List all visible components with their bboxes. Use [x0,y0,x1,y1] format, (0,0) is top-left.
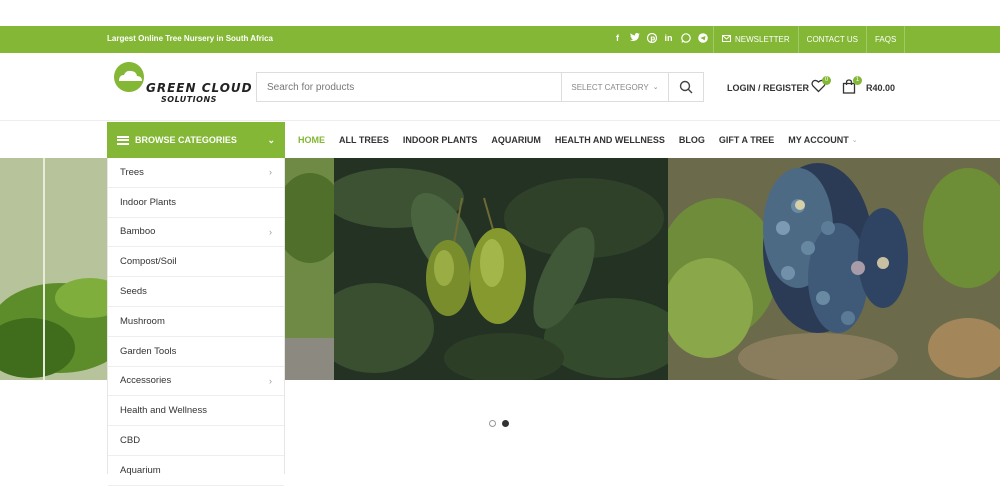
top-bar: Largest Online Tree Nursery in South Afr… [0,26,1000,53]
category-item-aquarium[interactable]: Aquarium [108,456,284,486]
cart-total[interactable]: R40.00 [866,83,895,93]
menu-item-health-and-wellness[interactable]: HEALTH AND WELLNESS [555,135,665,145]
cloud-logo-icon [114,62,144,92]
menu-item-blog[interactable]: BLOG [679,135,705,145]
whatsapp-icon[interactable] [680,33,691,44]
logo[interactable]: GREEN CLOUD SOLUTIONS [113,61,252,111]
category-item-indoor-plants[interactable]: Indoor Plants [108,188,284,218]
category-item-trees[interactable]: Trees › [108,158,284,188]
category-item-health-and-wellness[interactable]: Health and Wellness [108,396,284,427]
cart-button[interactable]: 1 [842,76,862,99]
category-item-garden-tools[interactable]: Garden Tools [108,337,284,367]
facebook-icon[interactable]: f [612,33,623,44]
chevron-right-icon: › [269,167,272,178]
menu-item-my-account[interactable]: MY ACCOUNT ⌄ [788,135,857,145]
search-bar: SELECT CATEGORY ⌄ [256,72,704,102]
mail-icon [722,26,731,53]
menu: HOME ALL TREES INDOOR PLANTS AQUARIUM HE… [298,122,858,158]
chevron-down-icon: ⌄ [851,137,858,144]
slider-pagination [489,420,509,427]
faqs-link[interactable]: FAQS [865,26,906,53]
search-icon [679,80,693,94]
menu-item-gift-a-tree[interactable]: GIFT A TREE [719,135,774,145]
menu-item-indoor-plants[interactable]: INDOOR PLANTS [403,135,478,145]
slider-dot[interactable] [489,420,496,427]
chevron-right-icon: › [269,375,272,386]
search-input[interactable] [257,73,561,101]
logo-subtitle: SOLUTIONS [161,95,217,104]
chevron-right-icon: › [269,226,272,237]
main-navigation: BROWSE CATEGORIES ⌄ HOME ALL TREES INDOO… [0,122,1000,158]
chevron-down-icon: ⌄ [652,84,659,91]
twitter-icon[interactable] [629,33,640,44]
category-item-accessories[interactable]: Accessories › [108,367,284,397]
pinterest-icon[interactable]: p [646,32,657,44]
slider-dot-active[interactable] [502,420,509,427]
slide-image-avocados [334,158,668,380]
menu-item-home[interactable]: HOME [298,135,325,145]
category-item-seeds[interactable]: Seeds [108,277,284,307]
browse-categories-button[interactable]: BROWSE CATEGORIES ⌄ [107,122,285,158]
category-select[interactable]: SELECT CATEGORY ⌄ [561,73,668,101]
menu-item-all-trees[interactable]: ALL TREES [339,135,389,145]
linkedin-icon[interactable]: in [663,33,674,44]
logo-title: GREEN CLOUD [146,81,253,95]
wishlist-button[interactable]: 0 [811,76,831,98]
slide-image-grapes [668,158,1000,380]
category-item-compost-soil[interactable]: Compost/Soil [108,247,284,278]
category-list: Trees › Indoor Plants Bamboo › Compost/Soi… [107,158,285,486]
wishlist-count-badge: 0 [822,76,831,85]
hamburger-icon [117,135,129,145]
newsletter-link[interactable]: NEWSLETTER [713,26,798,53]
search-button[interactable] [668,73,703,101]
category-item-cbd[interactable]: CBD [108,426,284,456]
category-item-bamboo[interactable]: Bamboo › [108,218,284,248]
svg-text:p: p [650,35,655,43]
menu-item-aquarium[interactable]: AQUARIUM [491,135,541,145]
category-item-mushroom[interactable]: Mushroom [108,307,284,337]
tagline: Largest Online Tree Nursery in South Afr… [107,34,273,43]
header: GREEN CLOUD SOLUTIONS SELECT CATEGORY ⌄ … [0,53,1000,121]
login-register-link[interactable]: LOGIN / REGISTER [727,83,809,93]
telegram-icon[interactable] [697,33,708,44]
cart-count-badge: 1 [853,76,862,85]
social-links: f p in [612,32,708,44]
contact-us-link[interactable]: CONTACT US [797,26,866,53]
chevron-down-icon: ⌄ [267,135,275,145]
